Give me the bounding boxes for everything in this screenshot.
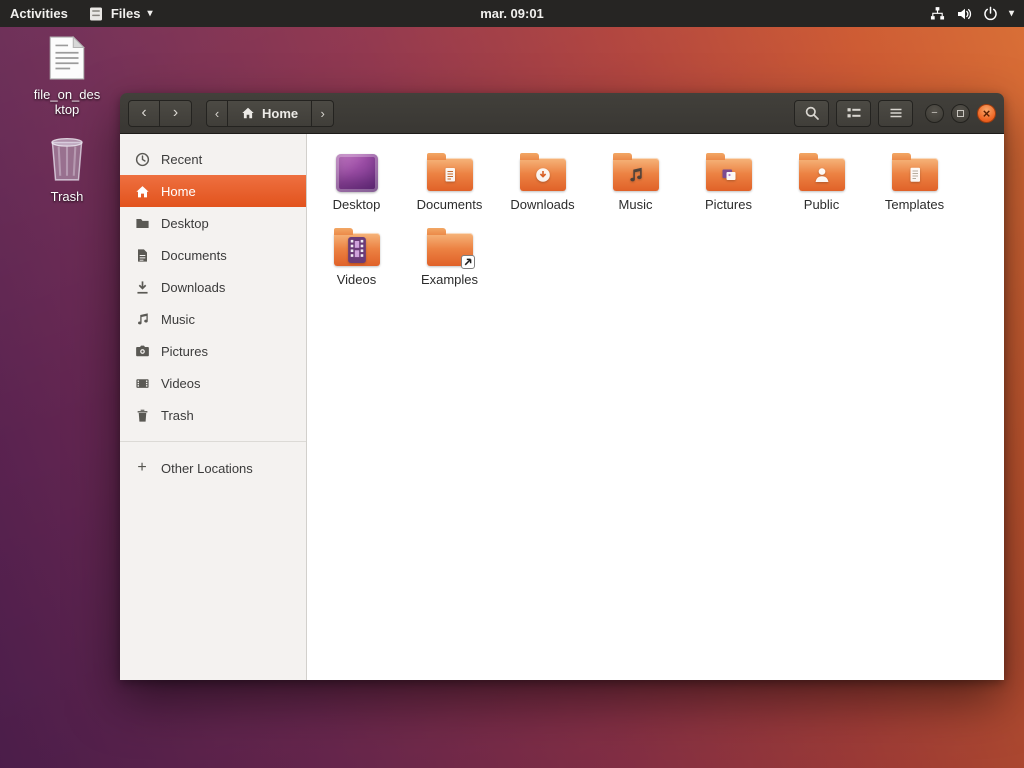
music-icon [134,311,150,327]
sidebar-item-label: Trash [161,407,194,423]
file-item-label: Downloads [510,197,575,212]
file-item-label: Public [803,197,840,212]
search-button[interactable] [794,99,829,127]
path-scroll-right-button[interactable]: › [312,99,335,127]
templates-folder-icon [885,150,945,196]
folder-icon [134,215,150,231]
sidebar-item-label: Downloads [161,279,226,295]
file-item-label: Examples [420,271,479,287]
documents-icon [134,247,150,263]
back-button[interactable]: ‹ [128,99,160,127]
sidebar-item-label: Music [161,311,195,327]
file-item-label: Pictures [705,197,752,212]
downloads-icon [134,279,150,295]
path-home-label: Home [262,105,299,121]
file-item-downloads[interactable]: Downloads [496,143,589,218]
sidebar-item-label: Recent [161,151,203,167]
sidebar-item-label: Desktop [161,215,209,231]
sidebar-item-trash[interactable]: Trash [120,399,306,431]
desktop-icon-trash[interactable]: Trash [28,132,106,205]
videos-folder-icon [327,225,387,271]
desktop-icon-file[interactable]: file_on_desktop [28,35,106,118]
sidebar: Recent Home Desktop Documents Downloads Music… [120,134,307,680]
view-grid-list-icon [846,105,862,121]
file-item-music[interactable]: Music [589,143,682,218]
nav-buttons: ‹ › [128,99,192,127]
text-file-icon [49,35,86,85]
desktop-folder-icon [327,150,387,196]
desktop-icon-label: file_on_desktop [33,87,101,117]
menu-button[interactable] [878,99,913,127]
view-options-button[interactable] [836,99,871,127]
desktop: Activities Files ▾ mar. 09:01 ▾ file_on_… [0,0,1024,768]
files-window: ‹ › ‹ Home › − × Recent Home Desktop Doc… [120,93,1004,680]
public-folder-icon [792,150,852,196]
sidebar-item-documents[interactable]: Documents [120,239,306,271]
window-controls: − × [925,103,996,123]
path-scroll-left-button[interactable]: ‹ [206,99,228,127]
examples-folder-icon [420,225,480,271]
sidebar-item-other-locations[interactable]: + Other Locations [120,452,306,484]
sidebar-item-label: Videos [161,375,201,391]
sidebar-item-home[interactable]: Home [120,175,306,207]
forward-button[interactable]: › [160,99,192,127]
file-item-desktop[interactable]: Desktop [310,143,403,218]
recent-icon [134,151,150,167]
file-item-label: Templates [884,197,945,212]
trash-bin-icon [46,132,88,187]
sidebar-item-desktop[interactable]: Desktop [120,207,306,239]
home-icon [134,183,150,199]
file-item-templates[interactable]: Templates [868,143,961,218]
file-item-label: Desktop [332,197,381,212]
pictures-folder-icon [699,150,759,196]
maximize-button[interactable] [951,103,970,123]
file-item-pictures[interactable]: Pictures [682,143,775,218]
close-button[interactable]: × [977,103,996,123]
maximize-icon [957,109,964,117]
path-bar: ‹ Home › [206,99,335,127]
file-item-label: Documents [416,197,483,212]
header-bar: ‹ › ‹ Home › − × [120,93,1004,134]
search-icon [804,105,820,121]
downloads-folder-icon [513,150,573,196]
file-item-videos[interactable]: Videos [310,218,403,293]
sidebar-item-recent[interactable]: Recent [120,143,306,175]
path-home-button[interactable]: Home [228,99,313,127]
sidebar-item-label: Pictures [161,343,208,359]
pictures-icon [134,343,150,359]
top-bar: Activities Files ▾ mar. 09:01 ▾ [0,0,1024,27]
sidebar-item-downloads[interactable]: Downloads [120,271,306,303]
hamburger-icon [888,105,904,121]
file-grid: Desktop Documents Downloads Music Pictures Pu… [307,134,1004,680]
plus-icon: + [137,459,147,476]
sidebar-separator [120,441,306,442]
trash-icon [134,407,150,423]
sidebar-item-pictures[interactable]: Pictures [120,335,306,367]
file-item-examples[interactable]: Examples [403,218,496,293]
sidebar-item-music[interactable]: Music [120,303,306,335]
sidebar-item-label: Documents [161,247,227,263]
file-item-documents[interactable]: Documents [403,143,496,218]
clock[interactable]: mar. 09:01 [480,6,544,21]
file-item-label: Music [618,197,653,212]
minimize-button[interactable]: − [925,103,944,123]
sidebar-item-videos[interactable]: Videos [120,367,306,399]
sidebar-item-label: Home [161,183,196,199]
home-icon [241,106,255,120]
file-item-label: Videos [336,271,377,287]
desktop-icon-label: Trash [50,189,84,204]
music-folder-icon [606,150,666,196]
documents-folder-icon [420,150,480,196]
sidebar-item-label: Other Locations [161,460,253,476]
file-item-public[interactable]: Public [775,143,868,218]
videos-icon [134,375,150,391]
